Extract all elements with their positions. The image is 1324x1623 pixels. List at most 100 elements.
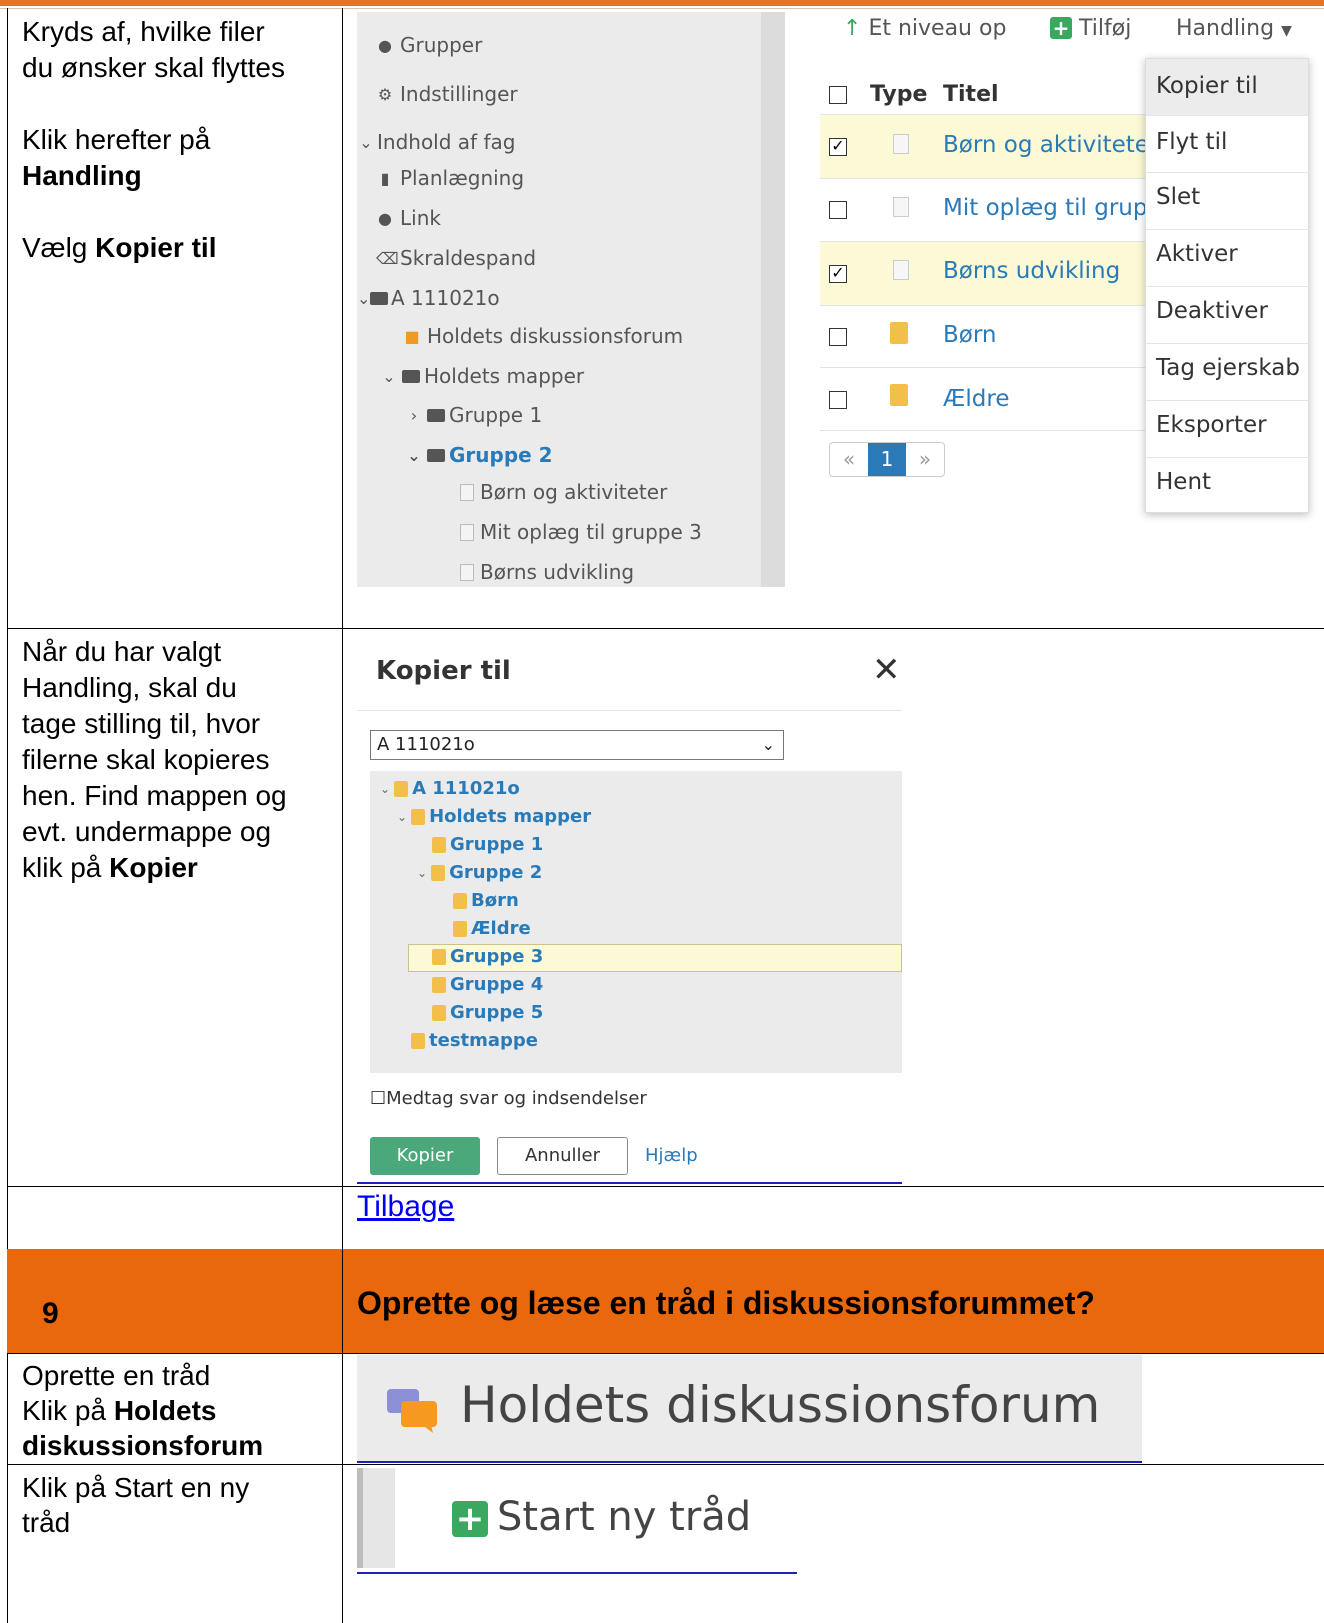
instruction-line: Handling, skal du [22, 672, 237, 703]
menu-separator [1146, 400, 1310, 401]
sidebar-item-course-folder[interactable]: ⌄ A 111021o [357, 286, 500, 310]
instruction-line: Oprette en tråd [22, 1360, 211, 1391]
tree-node-group1[interactable]: Gruppe 1 [432, 834, 543, 855]
menu-separator [1146, 457, 1310, 458]
instruction-line: klik på Kopier [22, 852, 198, 883]
sidebar-item-forum[interactable]: ■ Holdets diskussionsforum [403, 324, 683, 348]
gear-icon: ⚙ [377, 84, 393, 104]
column-title: Titel [943, 82, 999, 107]
menu-item-take-ownership[interactable]: Tag ejerskab [1156, 355, 1300, 381]
sidebar-item-trash[interactable]: ⌫ Skraldespand [376, 246, 536, 270]
sidebar-item-groups[interactable]: ● Grupper [376, 33, 482, 57]
pager-current[interactable]: 1 [868, 443, 906, 476]
sidebar-item-group1[interactable]: › Gruppe 1 [405, 403, 542, 427]
add-button[interactable]: + Tilføj [1050, 16, 1131, 41]
sidebar-item-file[interactable]: Børn og aktiviteter [460, 480, 667, 504]
chevron-down-icon: ⌄ [407, 445, 421, 465]
tree-node-group3[interactable]: Gruppe 3 [432, 946, 543, 967]
chevron-down-icon: ⌄ [397, 809, 408, 824]
folder-icon [432, 1004, 446, 1021]
forum-icon [387, 1389, 437, 1433]
tree-node-group2[interactable]: ⌄ Gruppe 2 [417, 862, 542, 883]
document-icon [893, 134, 909, 154]
up-level-button[interactable]: ↑ Et niveau op [843, 16, 1006, 41]
menu-item-delete[interactable]: Slet [1156, 184, 1200, 210]
forum-link[interactable]: Holdets diskussionsforum [460, 1376, 1100, 1434]
folder-link[interactable]: Ældre [943, 386, 1010, 412]
screenshot-underline [357, 1461, 1142, 1463]
sidebar-item-settings[interactable]: ⚙ Indstillinger [376, 82, 518, 106]
menu-item-deactivate[interactable]: Deaktiver [1156, 298, 1268, 324]
pager-prev[interactable]: « [830, 443, 868, 476]
row-divider [7, 1353, 1324, 1354]
section-number: 9 [42, 1297, 59, 1330]
row-divider [7, 628, 1324, 629]
help-link[interactable]: Hjælp [645, 1145, 698, 1166]
table-border-left [7, 8, 8, 1623]
folder-icon [432, 948, 446, 965]
folder-link[interactable]: Børn [943, 322, 996, 348]
checkbox-label: Medtag svar og indsendelser [386, 1088, 647, 1109]
row-forum-instructions: Oprette en tråd Klik på Holdets diskussi… [22, 1358, 338, 1463]
tree-node-testfolder[interactable]: testmappe [411, 1030, 538, 1051]
course-select[interactable]: A 111021o ⌄ [370, 730, 784, 760]
menu-item-copy-to[interactable]: Kopier til [1156, 73, 1258, 99]
tree-node-group4[interactable]: Gruppe 4 [432, 974, 543, 995]
document-icon [460, 523, 474, 541]
tree-node-group5[interactable]: Gruppe 5 [432, 1002, 543, 1023]
select-all-checkbox[interactable] [829, 86, 847, 104]
menu-item-move-to[interactable]: Flyt til [1156, 129, 1227, 155]
tree-node-team-folders[interactable]: ⌄ Holdets mapper [397, 806, 591, 827]
folder-open-icon [370, 291, 388, 305]
cancel-button[interactable]: Annuller [497, 1137, 628, 1175]
copy-button[interactable]: Kopier [370, 1137, 480, 1175]
tree-node-children[interactable]: Børn [453, 890, 519, 911]
row-checkbox[interactable] [829, 201, 847, 219]
action-menu-button[interactable]: Handling ▼ [1176, 16, 1292, 41]
caret-down-icon: ▼ [1281, 23, 1292, 39]
sidebar-item-planning[interactable]: ▮ Planlægning [376, 166, 524, 190]
sidebar-item-course-content[interactable]: ⌄ Indhold af fag [357, 130, 515, 154]
close-icon[interactable]: ✕ [872, 650, 901, 690]
row-checkbox[interactable]: ✓ [829, 138, 847, 156]
row-thread-instructions: Klik på Start en ny tråd [22, 1470, 338, 1540]
include-answers-checkbox[interactable]: ☐Medtag svar og indsendelser [370, 1088, 647, 1109]
instruction-line: tage stilling til, hvor [22, 708, 261, 739]
row-checkbox[interactable] [829, 391, 847, 409]
sidebar-item-file[interactable]: Mit oplæg til gruppe 3 [460, 520, 702, 544]
chevron-down-icon: ⌄ [357, 288, 371, 308]
folder-icon [453, 920, 467, 937]
folder-open-icon [427, 448, 445, 462]
row-separator [820, 178, 1145, 179]
tree-scrollbar[interactable] [761, 12, 785, 587]
tree-node-course[interactable]: ⌄ A 111021o [380, 778, 520, 799]
chevron-down-icon: ⌄ [382, 366, 396, 386]
document-icon [460, 563, 474, 581]
menu-separator [1146, 115, 1310, 116]
menu-item-download[interactable]: Hent [1156, 469, 1211, 495]
file-link[interactable]: Børns udvikling [943, 258, 1120, 284]
file-link[interactable]: Mit oplæg til grup [943, 195, 1147, 221]
row-divider [7, 1464, 1324, 1465]
globe-icon: ● [378, 208, 392, 228]
plus-icon: + [452, 1501, 488, 1537]
menu-item-export[interactable]: Eksporter [1156, 412, 1267, 438]
dialog-title: Kopier til [376, 656, 511, 686]
back-link[interactable]: Tilbage [357, 1190, 454, 1224]
pagination: « 1 » [829, 442, 945, 477]
file-link[interactable]: Børn og aktivitete [943, 132, 1149, 158]
folder-icon [432, 836, 446, 853]
row-checkbox[interactable]: ✓ [829, 265, 847, 283]
chevron-down-icon: ⌄ [761, 735, 775, 754]
row-checkbox[interactable] [829, 328, 847, 346]
sidebar-item-link[interactable]: ● Link [376, 206, 441, 230]
pager-next[interactable]: » [906, 443, 944, 476]
start-thread-button[interactable]: Start ny tråd [497, 1494, 751, 1540]
sidebar-item-group2[interactable]: ⌄ Gruppe 2 [405, 443, 552, 467]
sidebar-item-file[interactable]: Børns udvikling [460, 560, 634, 584]
menu-item-activate[interactable]: Aktiver [1156, 241, 1238, 267]
table-border-middle [342, 1249, 343, 1353]
tree-node-elderly[interactable]: Ældre [453, 918, 531, 939]
chevron-right-icon: › [410, 405, 418, 425]
sidebar-item-team-folders[interactable]: ⌄ Holdets mapper [380, 364, 584, 388]
